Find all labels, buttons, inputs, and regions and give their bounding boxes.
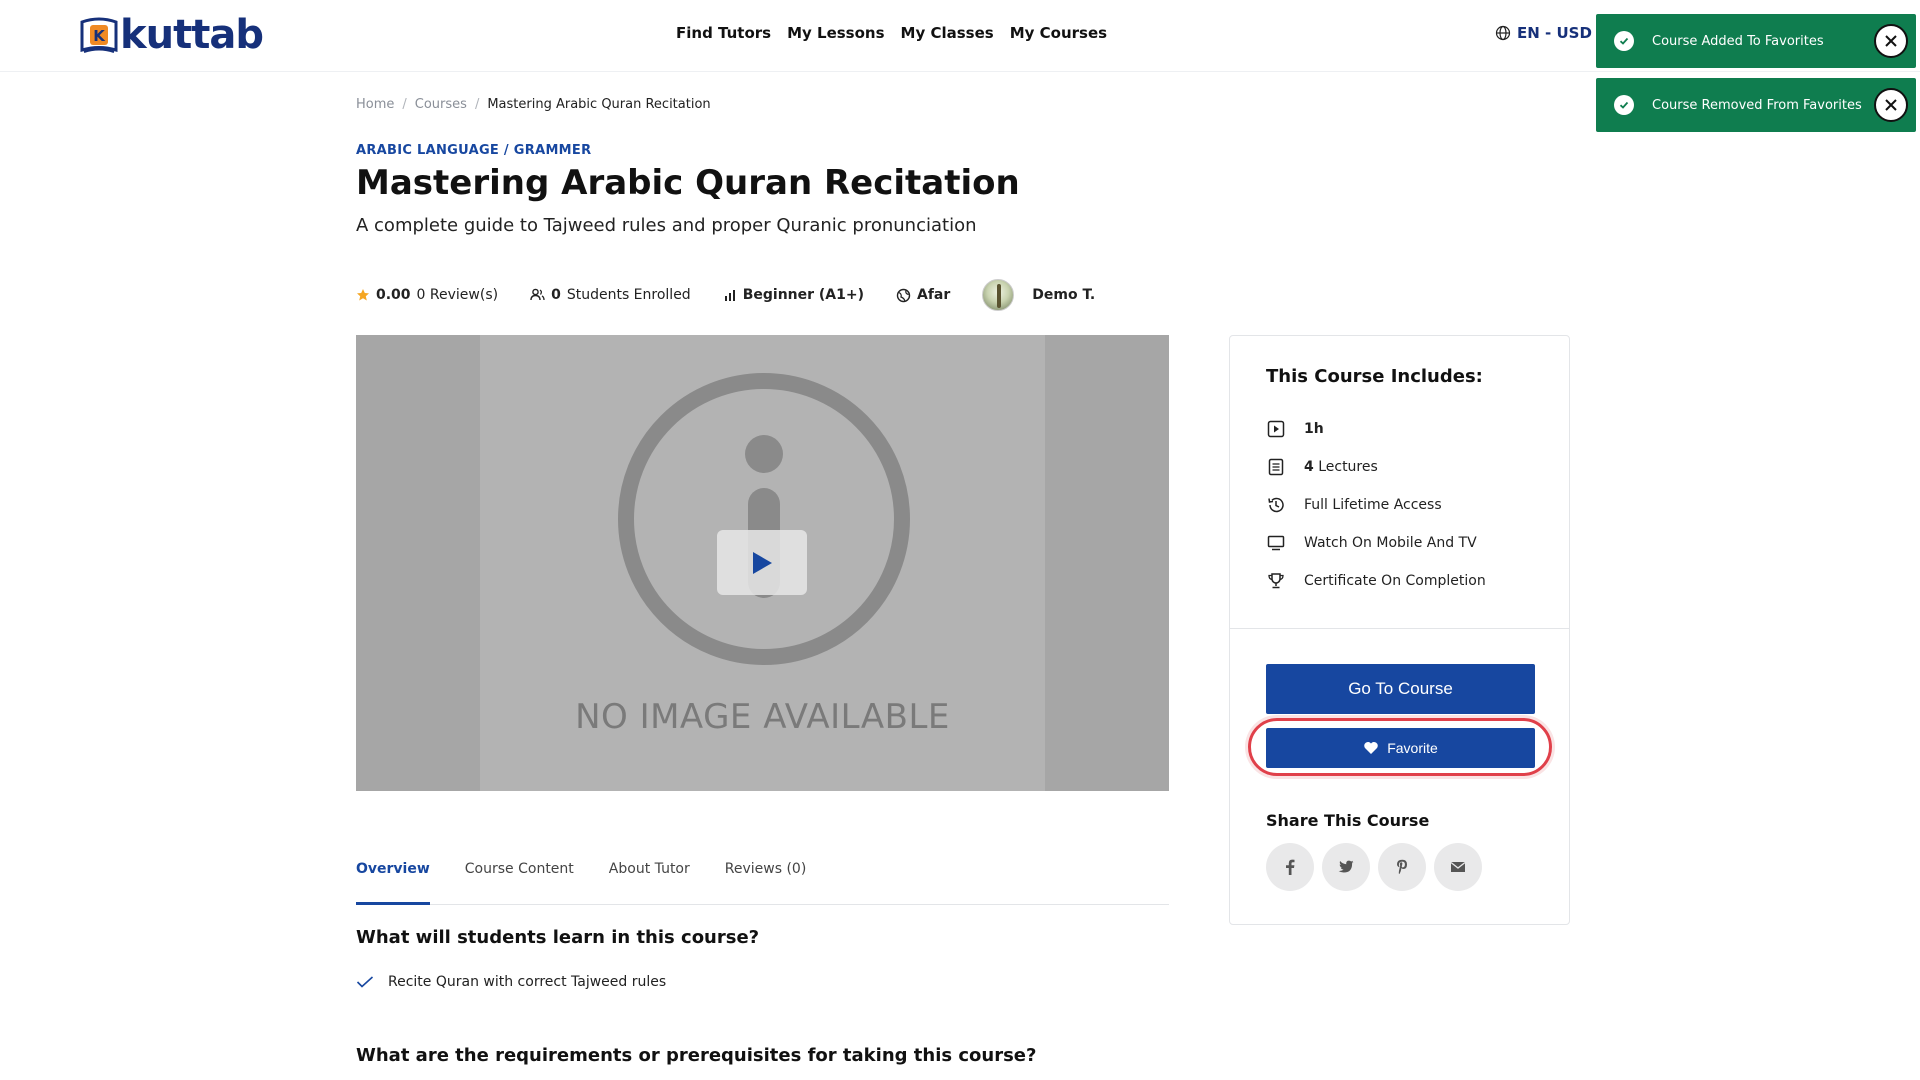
- students-label: Students Enrolled: [566, 287, 691, 303]
- rating-value: 0.00: [376, 287, 411, 303]
- level-value: Beginner (A1+): [742, 287, 864, 303]
- review-count: 0 Review(s): [416, 287, 499, 303]
- breadcrumb-current: Mastering Arabic Quran Recitation: [487, 97, 711, 112]
- toast-close-button[interactable]: [1874, 24, 1908, 58]
- bar-chart-icon: [724, 290, 735, 301]
- breadcrumb: Home / Courses / Mastering Arabic Quran …: [356, 97, 711, 112]
- course-title: Mastering Arabic Quran Recitation: [356, 163, 1020, 203]
- mobile-text: Watch On Mobile And TV: [1304, 535, 1477, 551]
- learn-list-item: Recite Quran with correct Tajweed rules: [356, 974, 666, 990]
- lectures-label: Lectures: [1318, 459, 1378, 475]
- rating-summary: 0.00 0 Review(s): [356, 287, 498, 303]
- share-facebook-button[interactable]: [1266, 843, 1314, 891]
- requirements-heading: What are the requirements or prerequisit…: [356, 1045, 1037, 1066]
- share-twitter-button[interactable]: [1322, 843, 1370, 891]
- toast-message: Course Added To Favorites: [1652, 33, 1824, 49]
- favorite-button[interactable]: Favorite: [1266, 728, 1535, 768]
- include-duration: 1h: [1266, 419, 1324, 439]
- close-icon: [1885, 99, 1897, 111]
- main-nav: Find Tutors My Lessons My Classes My Cou…: [676, 0, 1107, 66]
- nav-my-classes[interactable]: My Classes: [901, 24, 994, 42]
- nav-find-tutors[interactable]: Find Tutors: [676, 24, 771, 42]
- lectures-count: 4: [1304, 459, 1314, 475]
- facebook-icon: [1286, 859, 1295, 875]
- breadcrumb-separator: /: [402, 97, 407, 112]
- course-meta-row: 0.00 0 Review(s) 0 Students Enrolled Beg…: [356, 278, 1127, 312]
- info-icon: [618, 373, 910, 665]
- globe-icon: [1495, 25, 1511, 41]
- card-divider: [1230, 628, 1569, 629]
- course-tabs: Overview Course Content About Tutor Revi…: [356, 853, 1169, 905]
- include-mobile: Watch On Mobile And TV: [1266, 533, 1477, 553]
- course-preview-video[interactable]: NO IMAGE AVAILABLE: [356, 335, 1169, 791]
- tutor-name: Demo T.: [1032, 287, 1096, 303]
- tab-overview[interactable]: Overview: [356, 853, 430, 905]
- nav-my-lessons[interactable]: My Lessons: [787, 24, 884, 42]
- course-includes-card: This Course Includes: 1h 4 Lectures Full…: [1229, 335, 1570, 925]
- breadcrumb-courses[interactable]: Courses: [415, 97, 467, 112]
- play-icon: [753, 551, 772, 574]
- share-email-button[interactable]: [1434, 843, 1482, 891]
- course-level: Beginner (A1+): [723, 287, 864, 303]
- logo-text: kuttab: [120, 12, 264, 58]
- tutor-avatar: [982, 279, 1015, 311]
- tab-course-content[interactable]: Course Content: [465, 853, 574, 905]
- close-icon: [1885, 35, 1897, 47]
- students-enrolled: 0 Students Enrolled: [530, 287, 691, 303]
- history-icon: [1268, 497, 1284, 513]
- share-buttons: [1266, 843, 1482, 891]
- heart-icon: [1364, 742, 1378, 754]
- includes-title: This Course Includes:: [1266, 366, 1483, 387]
- tab-reviews[interactable]: Reviews (0): [725, 853, 807, 905]
- kuttab-logo[interactable]: K kuttab: [78, 12, 264, 58]
- certificate-text: Certificate On Completion: [1304, 573, 1486, 589]
- trophy-icon: [1268, 573, 1284, 589]
- language-value: Afar: [917, 287, 951, 303]
- play-button[interactable]: [717, 530, 807, 595]
- language-currency-selector[interactable]: EN - USD: [1495, 24, 1592, 42]
- students-count: 0: [551, 287, 561, 303]
- breadcrumb-home[interactable]: Home: [356, 97, 394, 112]
- go-to-course-button[interactable]: Go To Course: [1266, 664, 1535, 714]
- course-subtitle: A complete guide to Tajweed rules and pr…: [356, 215, 977, 236]
- users-icon: [530, 288, 545, 301]
- favorite-label: Favorite: [1387, 740, 1438, 756]
- share-title: Share This Course: [1266, 811, 1430, 830]
- check-icon: [356, 976, 374, 988]
- document-icon: [1268, 458, 1284, 476]
- twitter-icon: [1338, 860, 1354, 873]
- learn-item-text: Recite Quran with correct Tajweed rules: [388, 974, 667, 990]
- toast-close-button[interactable]: [1874, 88, 1908, 122]
- no-image-text: NO IMAGE AVAILABLE: [575, 697, 950, 737]
- toast-favorite-removed: Course Removed From Favorites: [1596, 78, 1916, 132]
- video-play-icon: [1267, 420, 1285, 438]
- include-lifetime: Full Lifetime Access: [1266, 495, 1442, 515]
- course-category[interactable]: ARABIC LANGUAGE / GRAMMER: [356, 143, 591, 158]
- breadcrumb-separator: /: [474, 97, 480, 112]
- include-certificate: Certificate On Completion: [1266, 571, 1486, 591]
- pinterest-icon: [1397, 859, 1407, 874]
- check-circle-icon: [1614, 95, 1634, 115]
- nav-my-courses[interactable]: My Courses: [1010, 24, 1107, 42]
- toast-favorite-added: Course Added To Favorites: [1596, 14, 1916, 68]
- language-globe-icon: [896, 288, 911, 302]
- language-currency-label: EN - USD: [1517, 24, 1592, 42]
- lifetime-text: Full Lifetime Access: [1304, 497, 1442, 513]
- svg-text:K: K: [93, 27, 106, 45]
- duration-value: 1h: [1304, 421, 1324, 437]
- tab-about-tutor[interactable]: About Tutor: [609, 853, 690, 905]
- star-icon: [357, 289, 369, 301]
- share-pinterest-button[interactable]: [1378, 843, 1426, 891]
- monitor-icon: [1267, 535, 1285, 551]
- include-lectures: 4 Lectures: [1266, 457, 1378, 477]
- tutor-info[interactable]: Demo T.: [982, 279, 1095, 311]
- check-circle-icon: [1614, 31, 1634, 51]
- email-icon: [1450, 861, 1466, 872]
- toast-message: Course Removed From Favorites: [1652, 97, 1862, 113]
- course-language: Afar: [896, 287, 950, 303]
- logo-book-icon: K: [80, 17, 118, 53]
- learn-heading: What will students learn in this course?: [356, 927, 760, 948]
